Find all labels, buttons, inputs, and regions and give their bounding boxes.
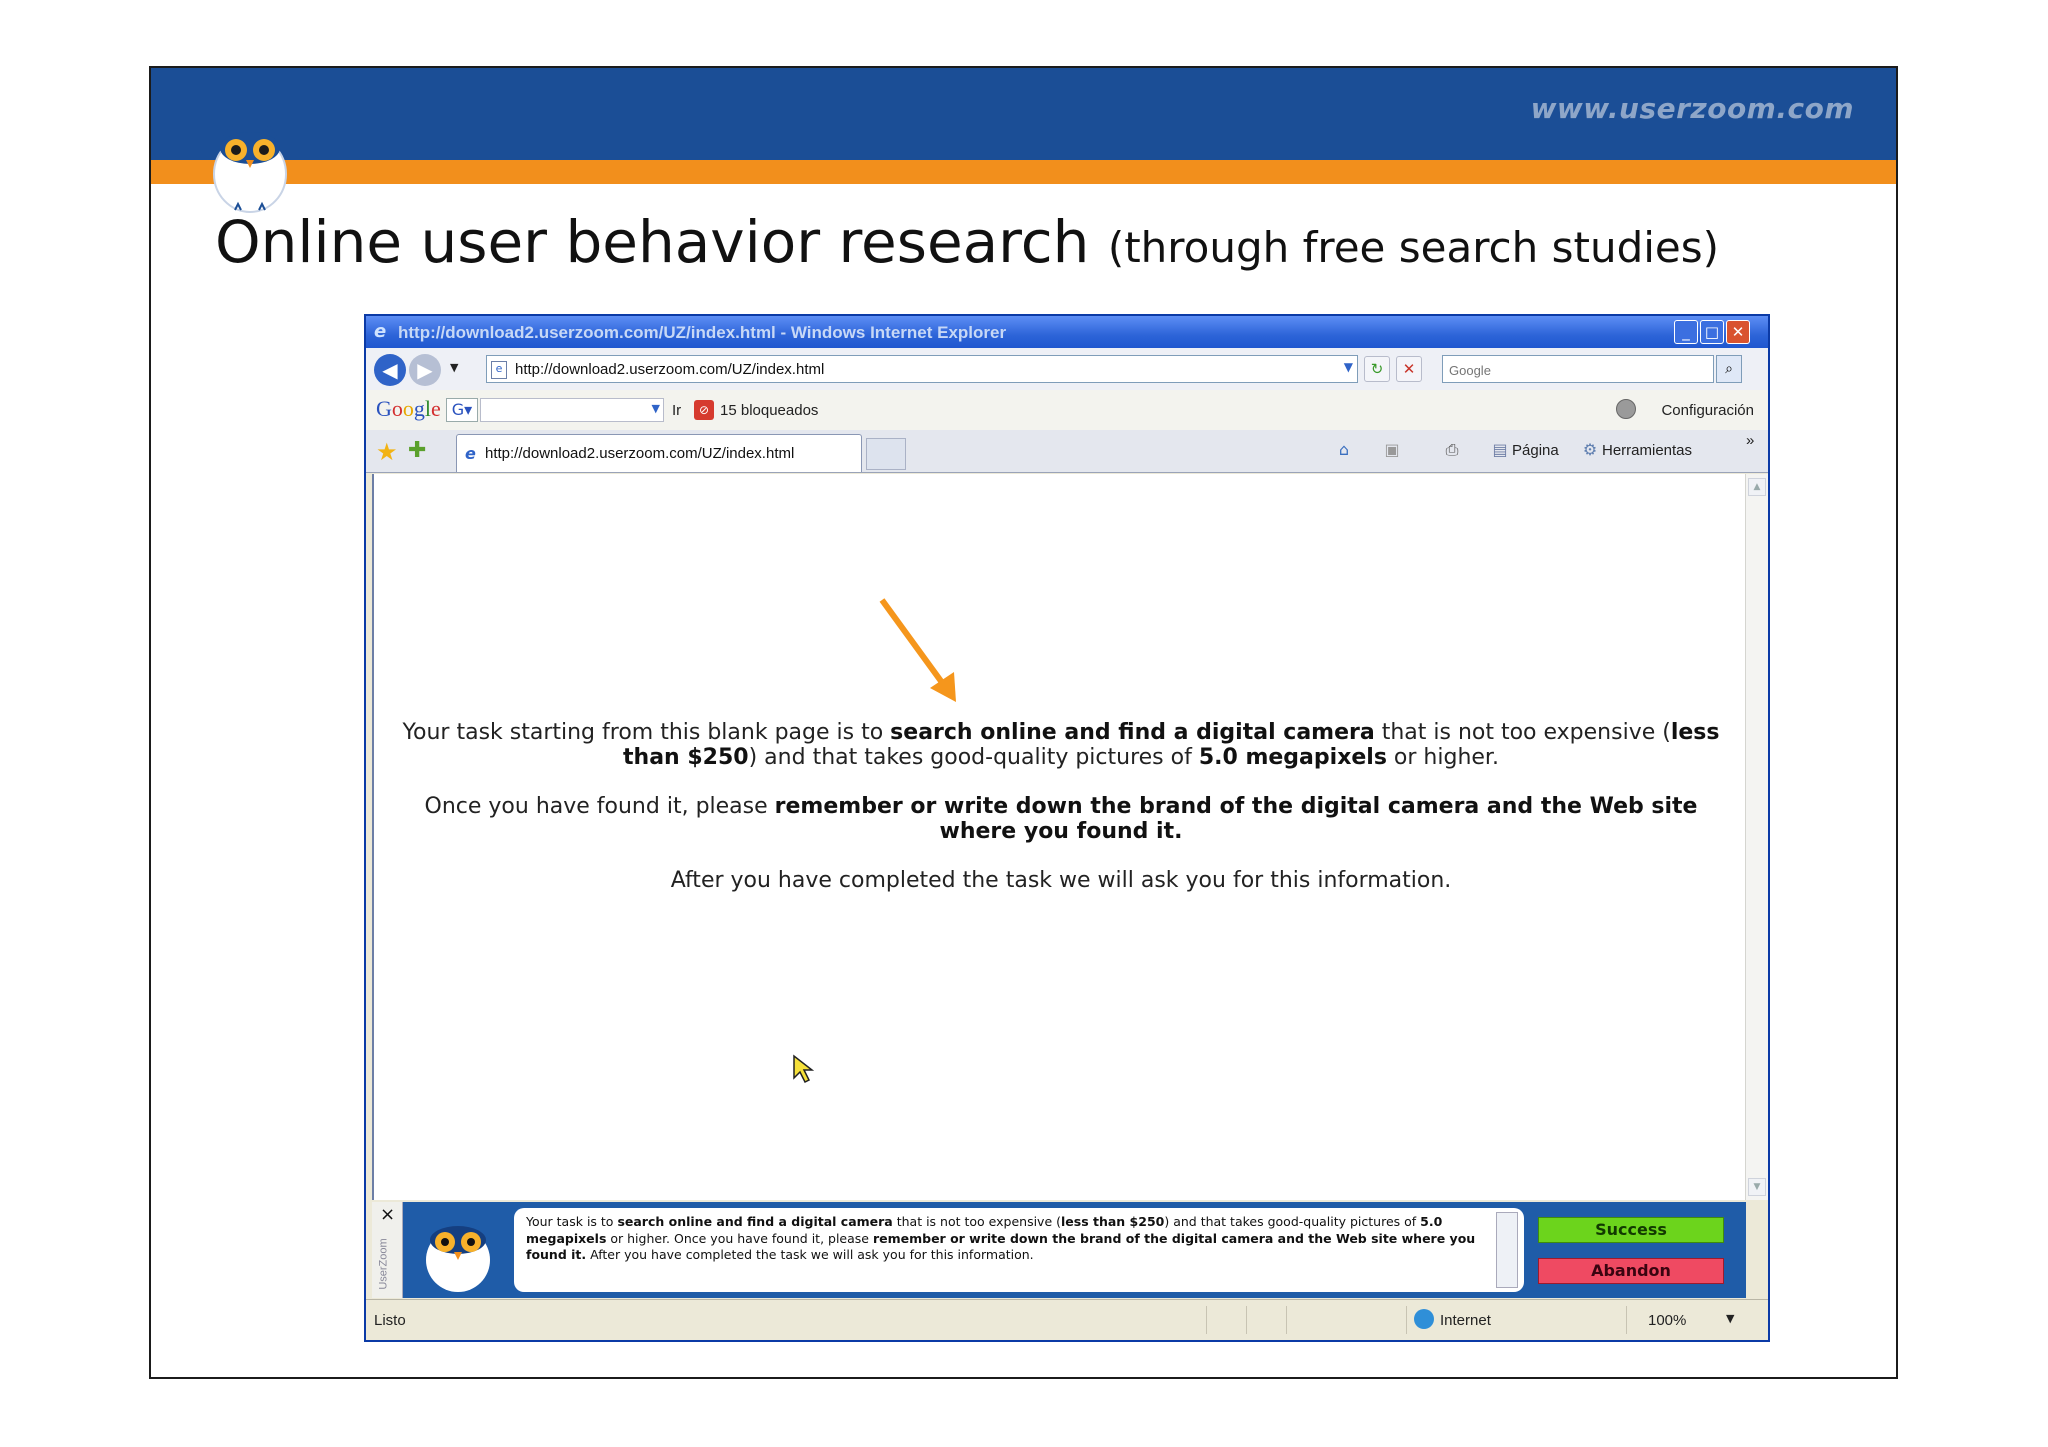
google-toolbar: Google G▾ ▼ Ir ⊘ 15 bloqueados Configura… <box>366 390 1768 431</box>
search-input[interactable] <box>1447 357 1691 383</box>
task-paragraph-2: Once you have found it, please remember … <box>424 794 1698 844</box>
userzoom-message: Your task is to search online and find a… <box>514 1208 1524 1292</box>
blocked-count[interactable]: 15 bloqueados <box>720 402 818 419</box>
task-paragraph-3: After you have completed the task we wil… <box>670 868 1452 893</box>
address-bar-row: ◀ ▶ ▼ e http://download2.userzoom.com/UZ… <box>366 348 1768 391</box>
popup-blocker-icon: ⊘ <box>694 400 714 420</box>
tab-current[interactable]: e http://download2.userzoom.com/UZ/index… <box>456 434 862 472</box>
globe-icon <box>1414 1309 1434 1329</box>
google-search-input[interactable]: ▼ <box>480 398 664 422</box>
orange-arrow-icon <box>879 598 956 702</box>
chevron-down-icon: ▼ <box>651 402 660 415</box>
header-stripe <box>151 160 1896 184</box>
browser-window: e http://download2.userzoom.com/UZ/index… <box>364 314 1770 1342</box>
print-icon[interactable]: ⎙ <box>1442 440 1462 460</box>
address-field[interactable]: e http://download2.userzoom.com/UZ/index… <box>486 355 1358 383</box>
back-icon[interactable]: ◀ <box>374 354 406 386</box>
page-menu[interactable]: Página <box>1512 442 1559 459</box>
title-main: Online user behavior research <box>215 208 1090 276</box>
status-divider <box>1286 1306 1287 1334</box>
security-zone: Internet <box>1440 1312 1491 1329</box>
ie-icon: e <box>374 321 387 342</box>
cursor-icon <box>793 1054 814 1084</box>
page-content: Your task starting from this blank page … <box>372 474 1748 1287</box>
tools-menu[interactable]: Herramientas <box>1602 442 1692 459</box>
google-logo: Google <box>376 396 441 421</box>
scroll-up-icon[interactable]: ▲ <box>1748 478 1766 496</box>
status-divider <box>1206 1306 1207 1334</box>
brand-url: www.userzoom.com <box>1530 92 1854 125</box>
google-menu-button[interactable]: G▾ <box>446 398 478 422</box>
userzoom-side: × UserZoom <box>372 1202 403 1298</box>
add-favorite-icon[interactable]: ✚ <box>408 438 426 463</box>
ie-tab-icon: e <box>465 444 476 463</box>
stop-icon[interactable]: ✕ <box>1396 356 1422 382</box>
abandon-button[interactable]: Abandon <box>1538 1258 1724 1284</box>
refresh-icon[interactable]: ↻ <box>1364 356 1390 382</box>
vertical-scrollbar[interactable]: ▲ ▼ <box>1745 474 1768 1200</box>
close-icon[interactable]: × <box>380 1204 395 1225</box>
config-menu[interactable]: Configuración <box>1661 402 1754 419</box>
userzoom-vertical-label: UserZoom <box>377 1238 390 1290</box>
message-scrollbar[interactable] <box>1496 1212 1518 1288</box>
task-paragraph-1: Your task starting from this blank page … <box>402 720 1720 770</box>
page-icon: e <box>491 361 507 379</box>
success-button[interactable]: Success <box>1538 1217 1724 1243</box>
forward-icon[interactable]: ▶ <box>409 354 441 386</box>
userzoom-task-bar: × UserZoom Your task is to search online… <box>372 1202 1746 1298</box>
window-title: http://download2.userzoom.com/UZ/index.h… <box>398 323 1007 342</box>
settings-icon <box>1616 399 1636 419</box>
page-menu-icon: ▤ <box>1492 440 1508 459</box>
zoom-dropdown-icon[interactable]: ▼ <box>1726 1312 1734 1325</box>
maximize-button[interactable]: □ <box>1700 320 1724 344</box>
search-field[interactable] <box>1442 355 1714 383</box>
go-button[interactable]: Ir <box>672 402 681 419</box>
owl-logo-icon <box>213 124 287 213</box>
slide-title: Online user behavior research (through f… <box>215 208 1719 276</box>
favorites-star-icon[interactable]: ★ <box>376 438 398 466</box>
tools-icon: ⚙ <box>1582 440 1598 459</box>
window-titlebar[interactable]: e http://download2.userzoom.com/UZ/index… <box>366 316 1768 348</box>
tab-bar: ★ ✚ e http://download2.userzoom.com/UZ/i… <box>366 430 1768 473</box>
address-value: http://download2.userzoom.com/UZ/index.h… <box>515 361 825 378</box>
minimize-button[interactable]: _ <box>1674 320 1698 344</box>
status-text: Listo <box>374 1312 406 1329</box>
status-divider <box>1406 1306 1407 1334</box>
home-icon[interactable]: ⌂ <box>1334 440 1354 460</box>
owl-mascot-icon <box>426 1226 490 1292</box>
history-dropdown-icon[interactable]: ▼ <box>450 361 458 374</box>
tab-label: http://download2.userzoom.com/UZ/index.h… <box>485 445 795 462</box>
search-icon[interactable]: ⌕ <box>1716 355 1742 383</box>
status-divider <box>1626 1306 1627 1334</box>
zoom-level[interactable]: 100% <box>1648 1312 1686 1329</box>
new-tab-button[interactable] <box>866 438 906 470</box>
close-button[interactable]: ✕ <box>1726 320 1750 344</box>
feeds-icon[interactable]: ▣ <box>1382 440 1402 460</box>
status-bar: Listo Internet 100% ▼ <box>366 1299 1768 1340</box>
title-sub: (through free search studies) <box>1107 223 1720 272</box>
status-divider <box>1246 1306 1247 1334</box>
userzoom-message-text: Your task is to search online and find a… <box>526 1214 1476 1262</box>
more-chevron-icon[interactable]: » <box>1746 432 1754 449</box>
scroll-down-icon[interactable]: ▼ <box>1748 1178 1766 1196</box>
address-dropdown-icon[interactable]: ▼ <box>1344 360 1353 374</box>
